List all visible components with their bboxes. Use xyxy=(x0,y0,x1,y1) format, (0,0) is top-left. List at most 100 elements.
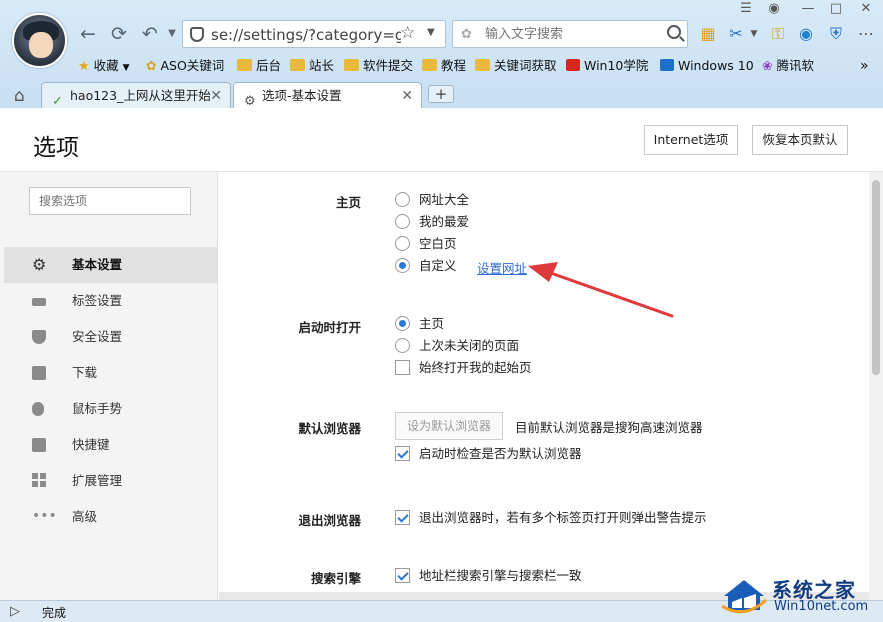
tab-settings[interactable]: ⚙ 选项-基本设置 ✕ xyxy=(233,82,422,108)
new-tab-button[interactable]: + xyxy=(428,85,454,103)
zhi-icon xyxy=(660,59,674,71)
security-shield-check-icon[interactable]: ⛨ xyxy=(826,23,846,45)
section-search-engine-label: 搜索引擎 xyxy=(310,571,361,586)
browser-app-icon[interactable]: ◉ xyxy=(796,23,816,45)
bookmark-folder-webmaster[interactable]: 站长 xyxy=(290,57,334,75)
bookmark-win10-academy[interactable]: Win10学院 xyxy=(566,57,648,75)
back-arrow-icon[interactable]: ← xyxy=(76,22,100,46)
bookmark-aso[interactable]: ✿ ASO关键词 xyxy=(146,57,224,75)
bookmark-favorites[interactable]: ★ 收藏 ▼ xyxy=(78,57,130,75)
set-url-link[interactable]: 设置网址 xyxy=(477,258,527,277)
scrollbar-thumb[interactable] xyxy=(872,180,880,375)
section-default-browser-label: 默认浏览器 xyxy=(298,421,361,436)
folder-icon xyxy=(290,59,305,71)
bookmarks-overflow-icon[interactable]: » xyxy=(860,57,869,75)
tab-icon xyxy=(32,298,46,306)
gear-icon: ⚙ xyxy=(244,94,256,108)
radio-button[interactable] xyxy=(395,192,410,207)
folder-icon xyxy=(475,59,490,71)
tab-strip: ⌂ ✓ hao123_上网从这里开始 ✕ ⚙ 选项-基本设置 ✕ + xyxy=(0,82,883,108)
radio-button[interactable] xyxy=(395,214,410,229)
gear-icon: ⚙ xyxy=(32,255,47,274)
refresh-icon[interactable]: ⟳ xyxy=(107,22,131,46)
more-dots-icon: ••• xyxy=(32,508,57,524)
menu-icon[interactable]: ☰ xyxy=(736,1,756,16)
settings-header: 选项 Internet选项 恢复本页默认 xyxy=(0,108,883,172)
scissors-dropdown-icon[interactable]: ▼ xyxy=(744,23,764,45)
address-dropdown-icon[interactable]: ▼ xyxy=(427,27,435,38)
download-icon xyxy=(32,366,46,380)
radio-button[interactable] xyxy=(395,236,410,251)
sidebar-item-shortcuts[interactable]: 快捷键 xyxy=(4,427,217,463)
paw-icon: ✿ xyxy=(461,27,472,42)
section-startup-label: 启动时打开 xyxy=(298,320,361,335)
section-exit-label: 退出浏览器 xyxy=(298,513,361,528)
hao123-icon: ✓ xyxy=(52,94,63,108)
address-bar[interactable]: se://settings/?category=gen ☆ ▼ xyxy=(182,20,446,48)
undo-icon[interactable]: ↶ xyxy=(138,22,162,46)
close-icon[interactable]: ✕ xyxy=(401,83,413,108)
sidebar-toggle-icon[interactable]: ▷ xyxy=(10,604,20,619)
radio-button[interactable] xyxy=(395,338,410,353)
scissors-icon[interactable]: ✂ xyxy=(726,23,746,45)
internet-options-button[interactable]: Internet选项 xyxy=(644,125,738,155)
vertical-scrollbar[interactable] xyxy=(869,172,883,600)
sidebar-item-advanced[interactable]: ••• 高级 xyxy=(4,499,217,535)
radio-button-selected[interactable] xyxy=(395,316,410,331)
bookmark-folder-tutorials[interactable]: 教程 xyxy=(422,57,466,75)
settings-sidebar: ⚙ 基本设置 标签设置 安全设置 下载 鼠标手势 快捷键 扩展管理 ••• 高级 xyxy=(0,172,218,600)
checkbox[interactable] xyxy=(395,360,410,375)
close-icon[interactable]: ✕ xyxy=(210,83,222,108)
house-logo-icon xyxy=(721,580,768,614)
watermark-domain: Win10net.com xyxy=(774,599,869,614)
settings-content: 主页 网址大全 我的最爱 空白页 自定义 设置网址 启动时打开 主页 上次未关闭… xyxy=(219,172,869,600)
section-homepage-label: 主页 xyxy=(335,195,361,210)
aso-icon: ✿ xyxy=(146,58,157,73)
tab-hao123[interactable]: ✓ hao123_上网从这里开始 ✕ xyxy=(41,82,231,108)
key-icon[interactable]: ⚿ xyxy=(768,23,788,45)
tencent-icon: ❀ xyxy=(762,58,773,73)
checkbox-checked[interactable] xyxy=(395,446,410,461)
home-icon[interactable]: ⌂ xyxy=(14,86,25,106)
it-icon xyxy=(566,59,580,71)
folder-icon xyxy=(237,59,252,71)
watermark-logo: 系统之家 Win10net.com xyxy=(712,570,883,620)
search-box[interactable]: ✿ xyxy=(452,20,688,48)
mouse-icon xyxy=(32,402,44,416)
bookmark-star-icon[interactable]: ☆ xyxy=(400,23,415,43)
checkbox-checked[interactable] xyxy=(395,510,410,525)
security-shield-icon xyxy=(190,27,204,42)
checkbox-checked[interactable] xyxy=(395,568,410,583)
status-text: 完成 xyxy=(42,606,67,620)
shield-check-icon xyxy=(32,330,46,344)
bookmark-folder-backend[interactable]: 后台 xyxy=(237,57,281,75)
extensions-grid-icon xyxy=(32,473,46,487)
window-icon[interactable]: ▦ xyxy=(698,23,718,45)
minimize-icon[interactable]: — xyxy=(798,1,818,16)
address-url[interactable]: se://settings/?category=gen xyxy=(211,26,401,44)
radio-button-selected[interactable] xyxy=(395,258,410,273)
bookmark-folder-software[interactable]: 软件提交 xyxy=(344,57,413,75)
undo-dropdown-icon[interactable]: ▼ xyxy=(160,22,184,46)
search-input[interactable] xyxy=(485,25,655,43)
bookmark-tencent[interactable]: ❀ 腾讯软 xyxy=(762,57,814,75)
settings-search-input[interactable] xyxy=(29,187,191,215)
skin-shirt-icon[interactable]: ◉ xyxy=(764,1,784,16)
set-default-browser-button[interactable]: 设为默认浏览器 xyxy=(395,412,503,440)
sidebar-item-security[interactable]: 安全设置 xyxy=(4,319,217,355)
sidebar-item-tabs[interactable]: 标签设置 xyxy=(4,283,217,319)
sidebar-item-download[interactable]: 下载 xyxy=(4,355,217,391)
sidebar-item-mouse-gestures[interactable]: 鼠标手势 xyxy=(4,391,217,427)
sidebar-item-extensions[interactable]: 扩展管理 xyxy=(4,463,217,499)
more-options-icon[interactable]: ⋯ xyxy=(856,23,876,45)
restore-defaults-button[interactable]: 恢复本页默认 xyxy=(752,125,848,155)
bookmark-folder-keywords[interactable]: 关键词获取 xyxy=(475,57,557,75)
search-icon[interactable] xyxy=(667,25,681,39)
default-browser-status: 目前默认浏览器是搜狗高速浏览器 xyxy=(515,420,703,435)
close-window-icon[interactable]: ✕ xyxy=(856,1,876,16)
folder-icon xyxy=(422,59,437,71)
shortcut-arrow-icon xyxy=(32,438,46,452)
sidebar-item-basic[interactable]: ⚙ 基本设置 xyxy=(4,247,217,283)
maximize-icon[interactable]: □ xyxy=(826,1,846,16)
bookmark-windows10[interactable]: Windows 10 xyxy=(660,57,754,75)
